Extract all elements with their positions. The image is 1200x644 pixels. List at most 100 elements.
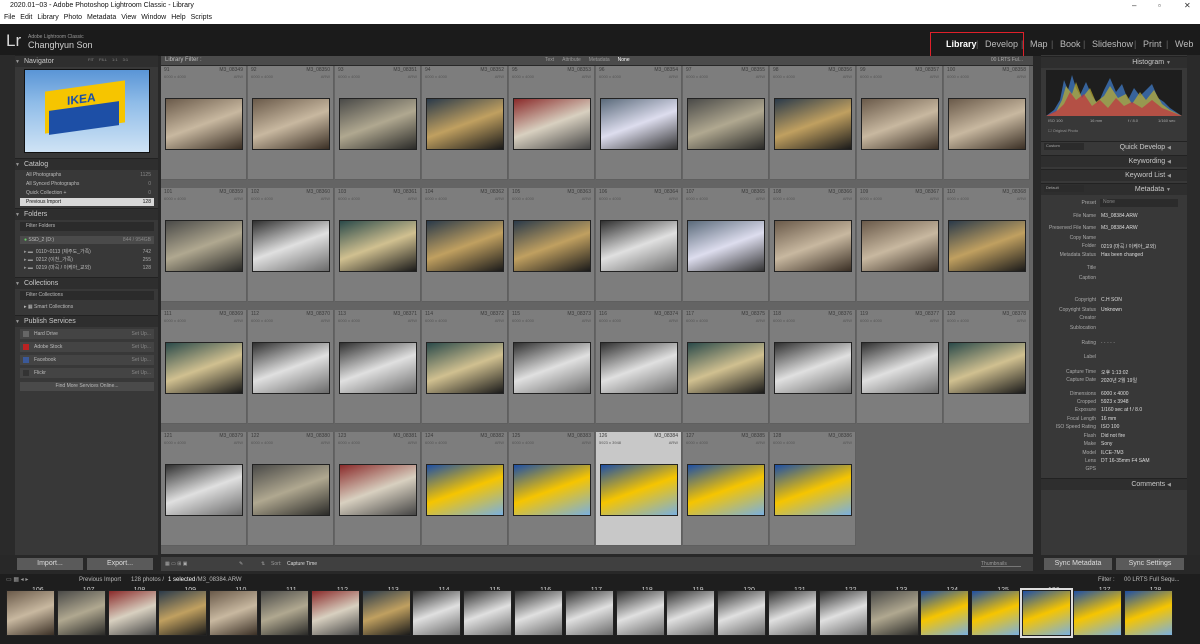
grid-cell[interactable]: 115 M3_08373 6000 x 4000 ARW xyxy=(509,310,595,424)
photo-thumbnail[interactable] xyxy=(687,220,765,272)
catalog-item[interactable]: All Synced Photographs 0 xyxy=(20,180,154,188)
photo-thumbnail[interactable] xyxy=(774,342,852,394)
metadata-preset-select[interactable]: None xyxy=(1100,199,1178,207)
filmstrip-source[interactable]: Previous Import xyxy=(79,575,121,585)
photo-thumbnail[interactable] xyxy=(774,464,852,516)
folder-item[interactable]: ▸ ▬ 0110~0113 (제주도_가족) 742 xyxy=(24,248,154,256)
menu-help[interactable]: Help xyxy=(171,14,185,21)
grid-cell[interactable]: 101 M3_08359 6000 x 4000 ARW xyxy=(161,188,247,302)
photo-thumbnail[interactable] xyxy=(165,342,243,394)
metadata-value[interactable]: 1/160 sec at f / 8.0 xyxy=(1101,407,1177,413)
metadata-value[interactable]: DT 16-35mm F4 SAM xyxy=(1101,458,1177,464)
grid-cell[interactable]: 121 M3_08379 6000 x 4000 ARW xyxy=(161,432,247,546)
publish-header[interactable]: ▼ Publish Services xyxy=(15,315,158,327)
filter-tab-metadata[interactable]: Metadata xyxy=(589,57,610,63)
thumbnail-size-slider[interactable] xyxy=(981,566,1021,567)
minimize-icon[interactable]: – xyxy=(1132,0,1136,12)
grid-cell[interactable]: 105 M3_08363 6000 x 4000 ARW xyxy=(509,188,595,302)
sync-settings-button[interactable]: Sync Settings xyxy=(1116,558,1184,570)
photo-thumbnail[interactable] xyxy=(687,464,765,516)
smart-collections[interactable]: ▸ ▦ Smart Collections xyxy=(24,304,73,310)
grid-cell[interactable]: 125 M3_08383 6000 x 4000 ARW xyxy=(509,432,595,546)
metadata-value[interactable]: 오후 1:13:02 xyxy=(1101,369,1177,376)
grid-cell[interactable]: 98 M3_08356 6000 x 4000 ARW xyxy=(770,66,856,180)
filmstrip-thumbnail[interactable] xyxy=(768,590,817,636)
photo-thumbnail[interactable] xyxy=(165,464,243,516)
metadata-value[interactable]: ILCE-7M3 xyxy=(1101,450,1177,456)
grid-cell[interactable]: 93 M3_08351 6000 x 4000 ARW xyxy=(335,66,421,180)
filter-folders[interactable]: Filter Folders xyxy=(20,222,154,231)
grid-cell[interactable]: 95 M3_08353 6000 x 4000 ARW xyxy=(509,66,595,180)
keywording-header[interactable]: Keywording ◀ xyxy=(1041,155,1187,167)
metadata-value[interactable]: Has been changed xyxy=(1101,252,1177,258)
filmstrip-thumbnail[interactable] xyxy=(666,590,716,636)
setup-link[interactable]: Set Up... xyxy=(132,368,151,378)
filmstrip-thumbnail[interactable] xyxy=(412,590,462,636)
filmstrip-thumbnail[interactable] xyxy=(6,590,55,636)
filmstrip-thumbnail[interactable] xyxy=(260,590,309,636)
filmstrip-thumbnail[interactable] xyxy=(1072,590,1122,636)
publish-service-adobe-stock[interactable]: Adobe Stock Set Up... xyxy=(20,342,154,352)
navigator-zoom-3:1[interactable]: 3:1 xyxy=(123,57,129,62)
menu-photo[interactable]: Photo xyxy=(64,14,82,21)
grid-cell[interactable]: 112 M3_08370 6000 x 4000 ARW xyxy=(248,310,334,424)
photo-thumbnail[interactable] xyxy=(861,98,939,150)
grid-cell[interactable]: 99 M3_08357 6000 x 4000 ARW xyxy=(857,66,943,180)
grid-cell[interactable]: 109 M3_08367 6000 x 4000 ARW xyxy=(857,188,943,302)
collections-header[interactable]: ▼ Collections xyxy=(15,277,158,289)
grid-cell[interactable]: 126 M3_08384 5923 x 3948 ARW xyxy=(596,432,682,546)
menu-file[interactable]: File xyxy=(4,14,15,21)
metadata-value[interactable]: ISO 100 xyxy=(1101,424,1177,430)
filmstrip-thumbnail[interactable] xyxy=(361,590,411,636)
grid-cell[interactable]: 91 M3_08349 6000 x 4000 ARW xyxy=(161,66,247,180)
catalog-header[interactable]: ▼ Catalog xyxy=(15,158,158,170)
grid-cell[interactable]: 100 M3_08358 6000 x 4000 ARW xyxy=(944,66,1030,180)
photo-thumbnail[interactable] xyxy=(600,98,678,150)
menu-edit[interactable]: Edit xyxy=(20,14,32,21)
metadata-value[interactable]: M3_08384.ARW xyxy=(1101,213,1177,219)
photo-thumbnail[interactable] xyxy=(687,98,765,150)
filmstrip-thumbnail[interactable] xyxy=(310,590,360,636)
metadata-value[interactable]: 5923 x 3948 xyxy=(1101,399,1177,405)
import-button[interactable]: Import... xyxy=(17,558,83,570)
photo-thumbnail[interactable] xyxy=(339,220,417,272)
grid-view-icon[interactable]: ▦ ▭ ⊞ ▣ xyxy=(165,557,188,571)
filmstrip-thumbnail[interactable] xyxy=(1020,588,1073,638)
catalog-item[interactable]: Previous Import 128 xyxy=(20,198,154,206)
sort-direction-icon[interactable]: ⇅ xyxy=(261,557,265,571)
sync-metadata-button[interactable]: Sync Metadata xyxy=(1044,558,1112,570)
grid-cell[interactable]: 124 M3_08382 6000 x 4000 ARW xyxy=(422,432,508,546)
photo-thumbnail[interactable] xyxy=(426,98,504,150)
photo-thumbnail[interactable] xyxy=(774,98,852,150)
photo-thumbnail[interactable] xyxy=(426,464,504,516)
grid-cell[interactable]: 122 M3_08380 6000 x 4000 ARW xyxy=(248,432,334,546)
module-print[interactable]: Print xyxy=(1143,39,1162,49)
menu-scripts[interactable]: Scripts xyxy=(191,14,212,21)
navigator-zoom-fit[interactable]: FIT xyxy=(88,57,94,62)
setup-link[interactable]: Set Up... xyxy=(132,342,151,352)
menu-view[interactable]: View xyxy=(121,14,136,21)
publish-service-flickr[interactable]: Flickr Set Up... xyxy=(20,368,154,378)
navigator-preview[interactable]: IKEA xyxy=(24,69,150,153)
photo-thumbnail[interactable] xyxy=(513,98,591,150)
publish-service-facebook[interactable]: Facebook Set Up... xyxy=(20,355,154,365)
grid-cell[interactable]: 111 M3_08369 6000 x 4000 ARW xyxy=(161,310,247,424)
grid-cell[interactable]: 108 M3_08366 6000 x 4000 ARW xyxy=(770,188,856,302)
photo-thumbnail[interactable] xyxy=(687,342,765,394)
photo-thumbnail[interactable] xyxy=(600,342,678,394)
grid-cell[interactable]: 114 M3_08372 6000 x 4000 ARW xyxy=(422,310,508,424)
grid-cell[interactable]: 119 M3_08377 6000 x 4000 ARW xyxy=(857,310,943,424)
painter-icon[interactable]: ✎ xyxy=(239,557,243,571)
menu-metadata[interactable]: Metadata xyxy=(87,14,116,21)
photo-thumbnail[interactable] xyxy=(948,98,1026,150)
filter-tab-none[interactable]: None xyxy=(618,57,630,63)
metadata-value[interactable]: · · · · · xyxy=(1101,340,1177,346)
photo-thumbnail[interactable] xyxy=(339,464,417,516)
histogram-header[interactable]: Histogram ▼ xyxy=(1041,56,1187,68)
grid-cell[interactable]: 123 M3_08381 6000 x 4000 ARW xyxy=(335,432,421,546)
module-develop[interactable]: Develop xyxy=(985,39,1018,49)
navigator-header[interactable]: ▼ Navigator xyxy=(15,55,158,67)
photo-thumbnail[interactable] xyxy=(948,342,1026,394)
setup-link[interactable]: Set Up... xyxy=(132,355,151,365)
grid-cell[interactable]: 118 M3_08376 6000 x 4000 ARW xyxy=(770,310,856,424)
